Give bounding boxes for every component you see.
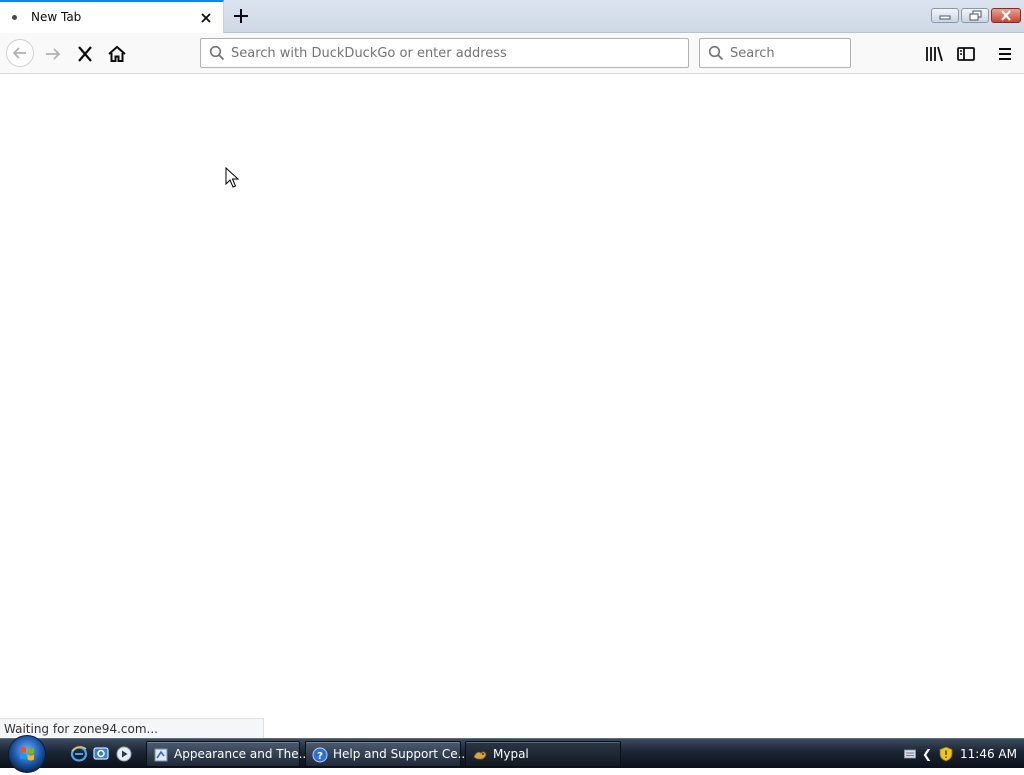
address-input[interactable] — [231, 43, 681, 63]
taskbar-item-appearance[interactable]: Appearance and The... — [146, 741, 310, 767]
minimize-icon — [939, 15, 951, 20]
taskbar-item-label: Mypal — [493, 747, 529, 761]
clock[interactable]: 11:46 AM — [960, 747, 1017, 761]
hamburger-menu-icon[interactable] — [993, 42, 1017, 66]
taskbar: Appearance and The... ? Help and Support… — [0, 735, 1024, 773]
security-shield-icon[interactable] — [939, 746, 953, 762]
taskbar-item-help[interactable]: ? Help and Support Ce... — [305, 741, 469, 767]
close-window-icon — [1001, 10, 1011, 21]
system-tray: ❮ 11:46 AM — [896, 741, 1024, 767]
taskbar-item-label: Appearance and The... — [174, 747, 311, 761]
close-tab-icon[interactable] — [198, 10, 214, 26]
back-button[interactable] — [6, 39, 34, 67]
page-content — [0, 74, 1024, 738]
media-player-icon[interactable] — [115, 745, 133, 763]
mouse-cursor-icon — [225, 167, 239, 188]
tab-new-tab[interactable]: New Tab — [0, 0, 224, 33]
restore-icon — [969, 10, 982, 21]
tab-title: New Tab — [31, 10, 82, 24]
help-icon: ? — [312, 747, 328, 763]
home-button[interactable] — [105, 42, 129, 66]
windows-logo-icon — [20, 747, 34, 761]
stop-loading-button[interactable] — [73, 42, 97, 66]
search-bar[interactable] — [699, 38, 851, 68]
internet-explorer-icon[interactable] — [70, 745, 88, 763]
show-hidden-icons-chevron-icon[interactable]: ❮ — [922, 747, 932, 761]
forward-button[interactable] — [41, 42, 65, 66]
svg-text:?: ? — [317, 751, 323, 762]
taskbar-item-label: Help and Support Ce... — [333, 747, 470, 761]
start-button[interactable] — [8, 735, 46, 773]
search-input[interactable] — [730, 43, 845, 63]
mypal-icon — [473, 751, 487, 760]
restore-button[interactable] — [961, 8, 989, 23]
new-tab-button[interactable] — [230, 6, 252, 26]
tab-loading-icon — [12, 15, 17, 20]
close-window-button[interactable] — [991, 8, 1021, 23]
back-arrow-icon — [12, 47, 26, 59]
taskbar-item-mypal[interactable]: Mypal — [465, 741, 621, 767]
control-panel-icon — [154, 748, 168, 762]
show-desktop-icon[interactable] — [92, 745, 110, 763]
keyboard-icon[interactable] — [904, 749, 916, 759]
sidebar-toggle-icon[interactable] — [954, 42, 978, 66]
search-icon — [209, 45, 225, 61]
minimize-button[interactable] — [931, 8, 959, 23]
navigation-toolbar — [0, 33, 1024, 74]
library-icon[interactable] — [922, 42, 946, 66]
status-bar: Waiting for zone94.com... — [0, 718, 264, 738]
search-icon — [708, 45, 724, 61]
address-bar[interactable] — [200, 38, 689, 68]
tab-strip: New Tab — [0, 0, 1024, 33]
